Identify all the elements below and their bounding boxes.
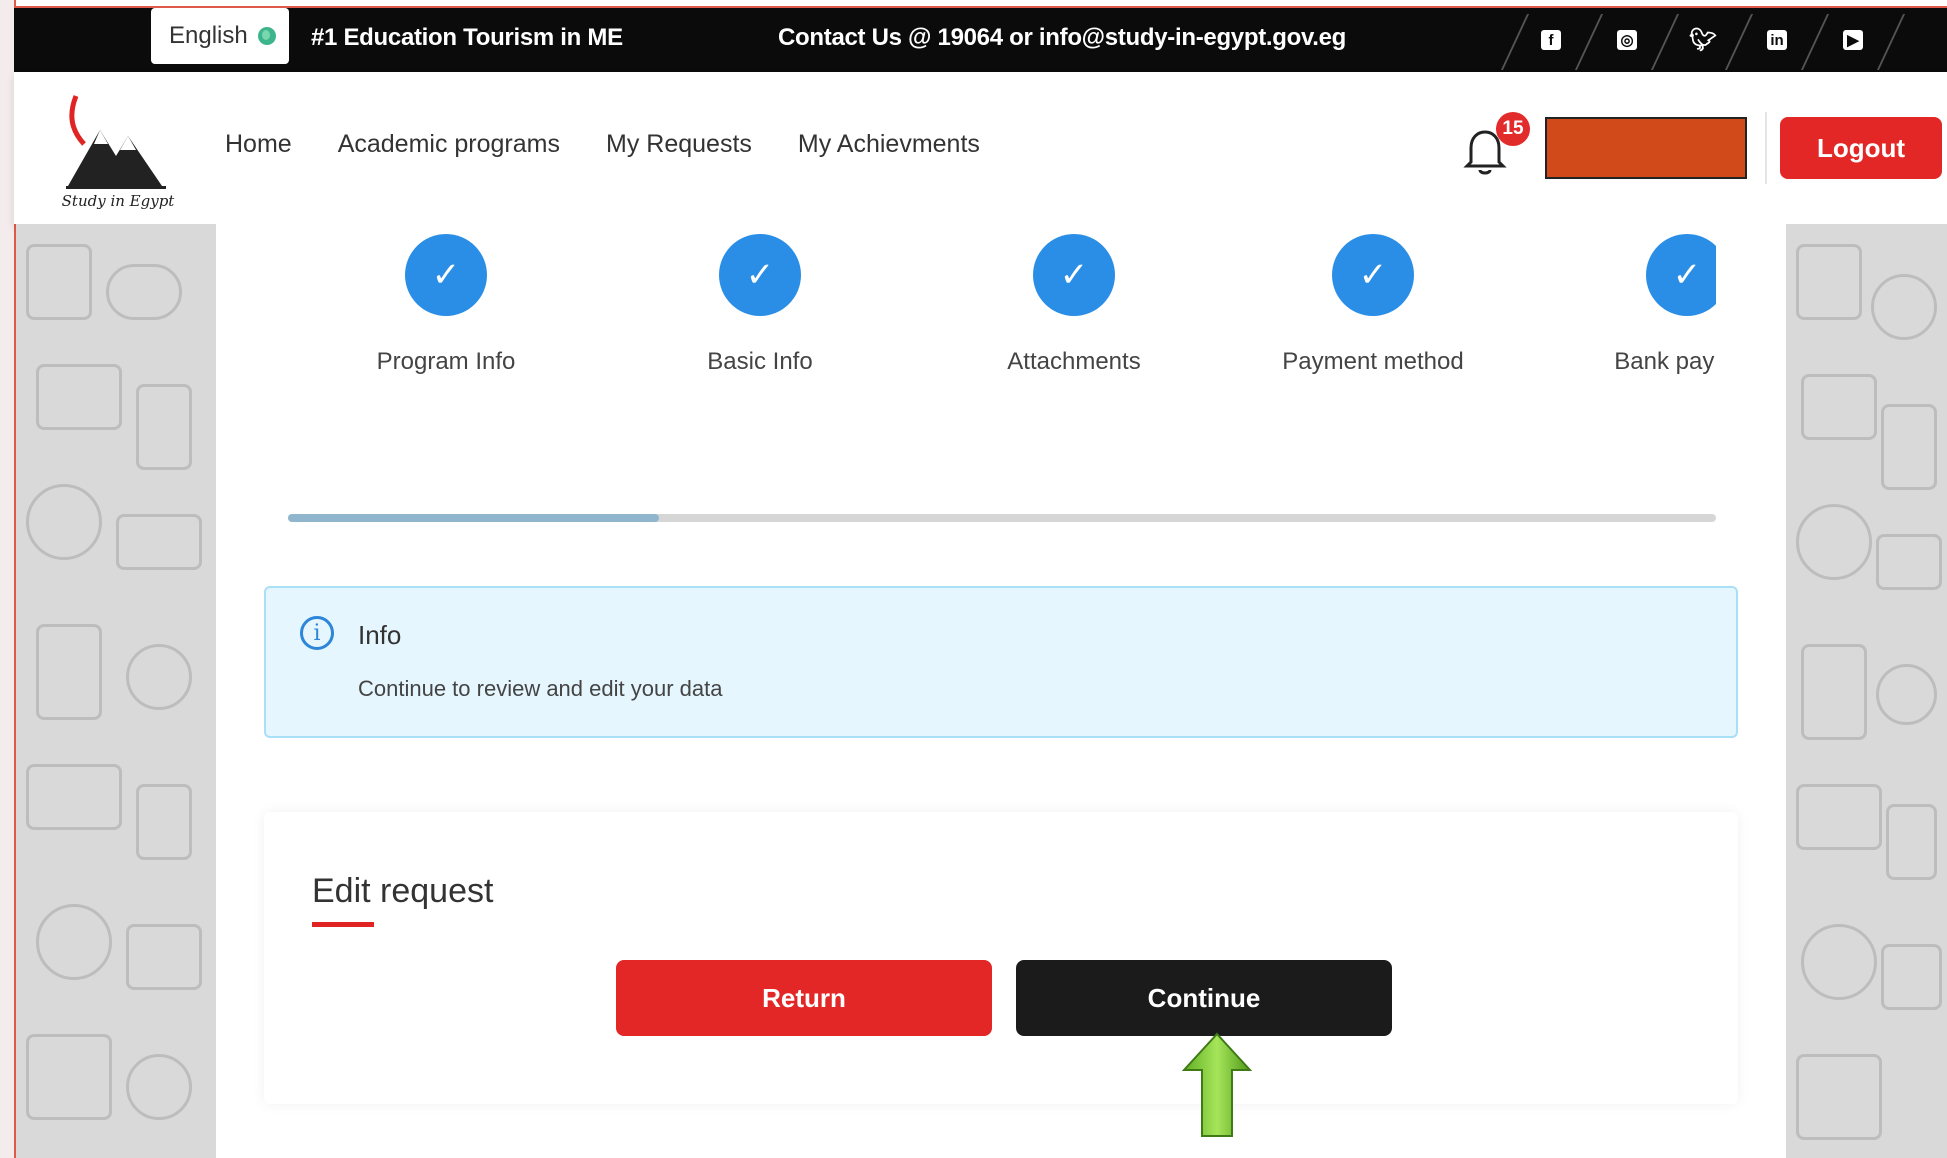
continue-button[interactable]: Continue (1016, 960, 1392, 1036)
check-icon: ✓ (405, 234, 487, 316)
step-label: Attachments (1007, 348, 1141, 375)
progress-fill (288, 514, 660, 522)
linkedin-link[interactable]: in (1748, 8, 1806, 72)
step-payment-method[interactable]: ✓ Payment method (1278, 234, 1468, 382)
progress-bar (288, 514, 1716, 522)
language-label: English (169, 22, 248, 49)
nav-home[interactable]: Home (225, 130, 292, 159)
check-icon: ✓ (1332, 234, 1414, 316)
step-attachments[interactable]: ✓ Attachments (964, 234, 1184, 382)
youtube-link[interactable]: ▶ (1824, 8, 1882, 72)
logout-button[interactable]: Logout (1780, 117, 1942, 179)
notification-badge: 15 (1496, 112, 1530, 146)
twitter-link[interactable]: 🐦︎ (1674, 8, 1732, 72)
instagram-icon: ◎ (1617, 30, 1637, 50)
return-button[interactable]: Return (616, 960, 992, 1036)
contact-info: Contact Us @ 19064 or info@study-in-egyp… (778, 24, 1347, 51)
edit-request-panel: Edit request Return Continue (264, 812, 1738, 1104)
instagram-link[interactable]: ◎ (1598, 8, 1656, 72)
nav-my-requests[interactable]: My Requests (606, 130, 752, 159)
title-underline (312, 922, 374, 927)
nav-my-achievements[interactable]: My Achievments (798, 130, 980, 159)
step-bank-pay-info[interactable]: ✓ Bank pay info (1592, 234, 1716, 382)
browser-frame: English #1 Education Tourism in ME Conta… (0, 0, 1947, 1158)
step-basic-info[interactable]: ✓ Basic Info (650, 234, 870, 382)
info-alert: i Info Continue to review and edit your … (264, 586, 1738, 738)
tagline: #1 Education Tourism in ME (311, 24, 623, 51)
nav-academic-programs[interactable]: Academic programs (338, 130, 560, 159)
linkedin-icon: in (1767, 30, 1787, 50)
step-label: Payment method (1282, 348, 1464, 375)
main-header: Study in Egypt Home Academic programs My… (14, 72, 1947, 224)
green-arrow-up-icon (1182, 1032, 1252, 1137)
study-in-egypt-logo[interactable]: Study in Egypt (58, 86, 178, 210)
header-divider (1765, 112, 1767, 184)
step-label: Bank pay info (1614, 348, 1716, 375)
section-title: Edit request (312, 872, 494, 910)
top-bar: English #1 Education Tourism in ME Conta… (14, 8, 1947, 72)
check-icon: ✓ (719, 234, 801, 316)
step-label: Program Info (376, 348, 516, 375)
main-nav: Home Academic programs My Requests My Ac… (225, 130, 980, 159)
request-card: ✓ Program Info ✓ Basic Info ✓ Attachment… (216, 224, 1786, 1158)
youtube-icon: ▶ (1843, 30, 1863, 50)
facebook-link[interactable]: f (1522, 8, 1580, 72)
step-program-info[interactable]: ✓ Program Info (336, 234, 556, 382)
svg-text:Study in Egypt: Study in Egypt (62, 192, 176, 210)
info-title: Info (358, 620, 402, 650)
step-label: Basic Info (707, 348, 813, 375)
globe-icon (257, 27, 276, 45)
check-icon: ✓ (1033, 234, 1115, 316)
top-border (14, 0, 1947, 8)
twitter-icon: 🐦︎ (1689, 27, 1717, 52)
language-selector[interactable]: English (151, 8, 289, 64)
info-icon: i (300, 616, 334, 650)
check-icon: ✓ (1646, 234, 1716, 316)
right-pattern-panel (1786, 224, 1947, 1158)
info-message: Continue to review and edit your data (358, 676, 723, 701)
facebook-icon: f (1541, 30, 1561, 50)
stepper: ✓ Program Info ✓ Basic Info ✓ Attachment… (216, 224, 1716, 444)
user-name-box[interactable] (1545, 117, 1747, 179)
left-pattern-panel (16, 224, 216, 1158)
